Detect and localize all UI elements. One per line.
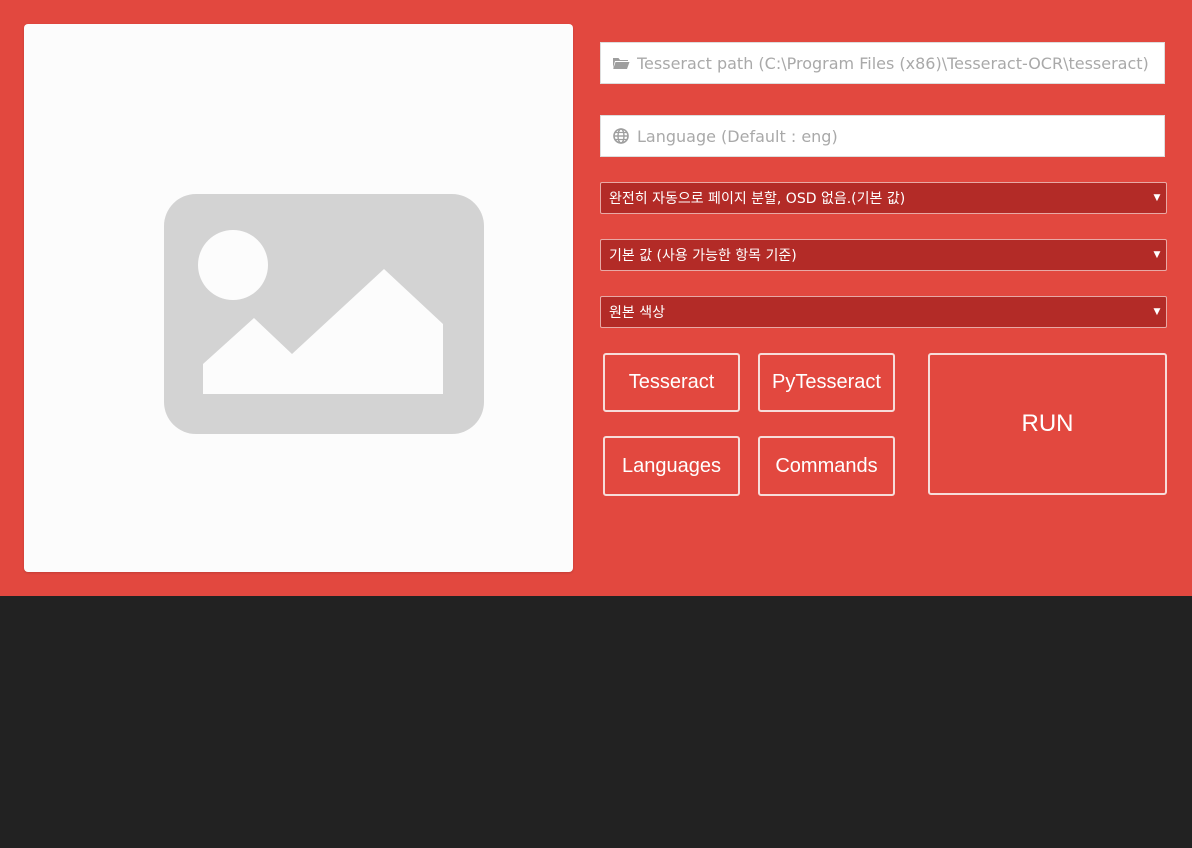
color-mode-value: 원본 색상 <box>609 305 665 321</box>
folder-open-icon <box>601 43 637 83</box>
pytesseract-button[interactable]: PyTesseract <box>758 353 895 412</box>
page-segmentation-value: 완전히 자동으로 페이지 분할, OSD 없음.(기본 값) <box>609 191 906 207</box>
run-button[interactable]: RUN <box>928 353 1167 495</box>
dropdown-arrow-icon: ▼ <box>1153 307 1161 317</box>
language-input[interactable] <box>637 116 1164 156</box>
dropdown-arrow-icon: ▼ <box>1153 193 1161 203</box>
engine-mode-value: 기본 값 (사용 가능한 항목 기준) <box>609 248 797 264</box>
tesseract-button[interactable]: Tesseract <box>603 353 740 412</box>
commands-button[interactable]: Commands <box>758 436 895 496</box>
control-panel: 완전히 자동으로 페이지 분할, OSD 없음.(기본 값) ▼ 기본 값 (사… <box>0 0 1192 596</box>
tesseract-path-field[interactable] <box>600 42 1165 84</box>
dropdown-arrow-icon: ▼ <box>1153 250 1161 260</box>
tesseract-path-input[interactable] <box>637 43 1164 83</box>
color-mode-select[interactable]: 원본 색상 ▼ <box>600 296 1167 328</box>
globe-icon <box>601 116 637 156</box>
language-field[interactable] <box>600 115 1165 157</box>
engine-mode-select[interactable]: 기본 값 (사용 가능한 항목 기준) ▼ <box>600 239 1167 271</box>
image-preview-area[interactable] <box>24 24 573 572</box>
page-segmentation-select[interactable]: 완전히 자동으로 페이지 분할, OSD 없음.(기본 값) ▼ <box>600 182 1167 214</box>
languages-button[interactable]: Languages <box>603 436 740 496</box>
image-placeholder-icon <box>164 194 484 434</box>
